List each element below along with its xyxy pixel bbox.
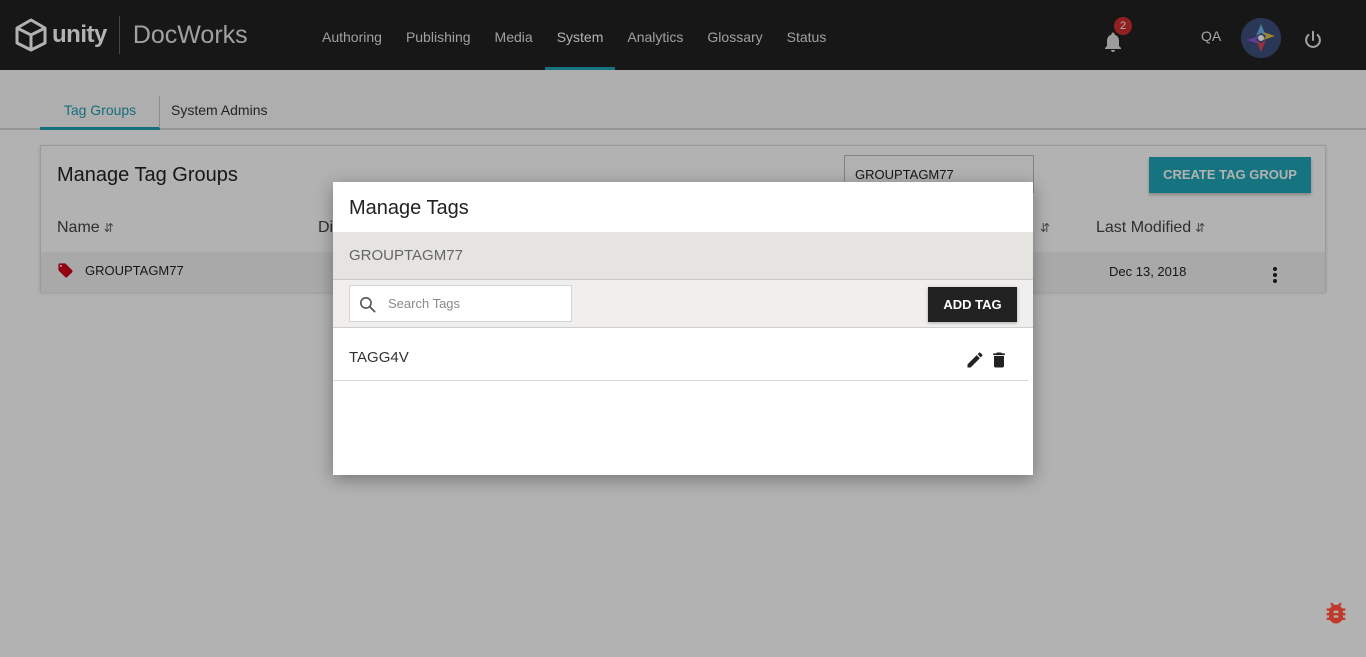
delete-icon[interactable] [989, 350, 1009, 370]
search-icon [359, 296, 376, 313]
tag-label: TAGG4V [349, 349, 409, 366]
tag-tools-bar: ADD TAG [333, 280, 1033, 328]
list-item: TAGG4V [333, 328, 1028, 381]
manage-tags-dialog: Manage Tags GROUPTAGM77 ADD TAG TAGG4V [333, 182, 1033, 475]
dialog-title: Manage Tags [349, 197, 469, 219]
dialog-group-name: GROUPTAGM77 [349, 247, 463, 264]
group-name-bar: GROUPTAGM77 [333, 232, 1033, 280]
search-tags-input[interactable] [388, 286, 568, 321]
search-box[interactable] [349, 285, 572, 322]
edit-icon[interactable] [965, 350, 985, 370]
add-tag-button[interactable]: ADD TAG [928, 287, 1017, 322]
bug-report-icon[interactable] [1322, 599, 1350, 627]
